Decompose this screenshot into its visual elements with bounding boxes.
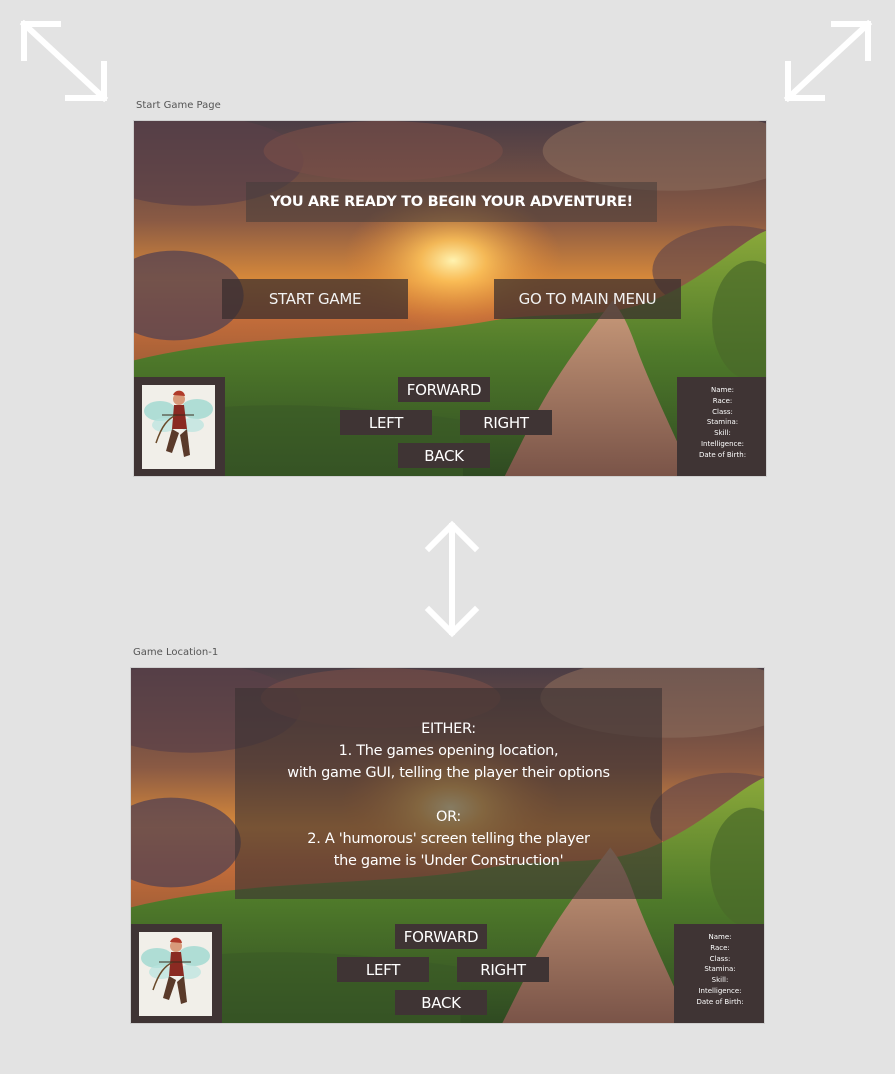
left-button[interactable]: LEFT	[337, 957, 429, 982]
info-line-gap	[235, 784, 662, 806]
stat-race: Race:	[712, 396, 733, 405]
character-stats-panel: Name: Race: Class: Stamina: Skill: Intel…	[677, 377, 766, 476]
stat-class: Class:	[709, 954, 731, 963]
stat-name: Name:	[710, 386, 734, 394]
adventure-banner: YOU ARE READY TO BEGIN YOUR ADVENTURE!	[246, 182, 657, 222]
info-line: with game GUI, telling the player their …	[287, 765, 610, 781]
info-line: 2. A 'humorous' screen telling the playe…	[307, 831, 590, 847]
location-info-box: EITHER: 1. The games opening location, w…	[235, 688, 662, 899]
frame-label: Start Game Page	[136, 100, 221, 111]
right-button[interactable]: RIGHT	[460, 410, 552, 435]
fairy-archer-portrait	[139, 932, 212, 1016]
forward-button[interactable]: FORWARD	[395, 924, 487, 949]
right-button[interactable]: RIGHT	[457, 957, 549, 982]
character-stats-panel: Name: Race: Class: Stamina: Skill: Intel…	[674, 924, 764, 1023]
left-button[interactable]: LEFT	[340, 410, 432, 435]
stat-skill: Skill:	[711, 976, 729, 985]
start-game-button[interactable]: START GAME	[222, 279, 408, 319]
fairy-archer-portrait	[142, 385, 215, 469]
back-button[interactable]: BACK	[395, 990, 487, 1015]
stat-intelligence: Intelligence:	[700, 439, 745, 448]
start-game-page: YOU ARE READY TO BEGIN YOUR ADVENTURE! S…	[133, 120, 767, 477]
main-menu-button[interactable]: GO TO MAIN MENU	[494, 279, 681, 319]
forward-button[interactable]: FORWARD	[398, 377, 490, 402]
info-line: EITHER:	[421, 721, 476, 737]
info-line: OR:	[435, 809, 462, 825]
frame-label: Game Location-1	[133, 647, 219, 658]
diagonal-arrow-icon	[19, 19, 109, 103]
info-line: the game is 'Under Construction'	[333, 853, 564, 869]
character-portrait	[131, 924, 222, 1023]
back-button[interactable]: BACK	[398, 443, 490, 468]
stat-intelligence: Intelligence:	[698, 986, 742, 995]
stat-class: Class:	[712, 407, 733, 416]
info-line: 1. The games opening location,	[338, 743, 559, 759]
stat-race: Race:	[710, 943, 730, 952]
vertical-double-arrow-icon	[424, 520, 480, 638]
diagonal-arrow-icon	[783, 19, 873, 103]
stat-name: Name:	[708, 933, 732, 941]
character-portrait	[134, 377, 225, 476]
game-location-page: EITHER: 1. The games opening location, w…	[130, 667, 765, 1024]
stat-stamina: Stamina:	[706, 418, 739, 427]
stat-date-of-birth: Date of Birth:	[698, 450, 747, 459]
stat-stamina: Stamina:	[704, 965, 736, 974]
stat-skill: Skill:	[714, 429, 731, 438]
stat-date-of-birth: Date of Birth:	[696, 997, 744, 1006]
